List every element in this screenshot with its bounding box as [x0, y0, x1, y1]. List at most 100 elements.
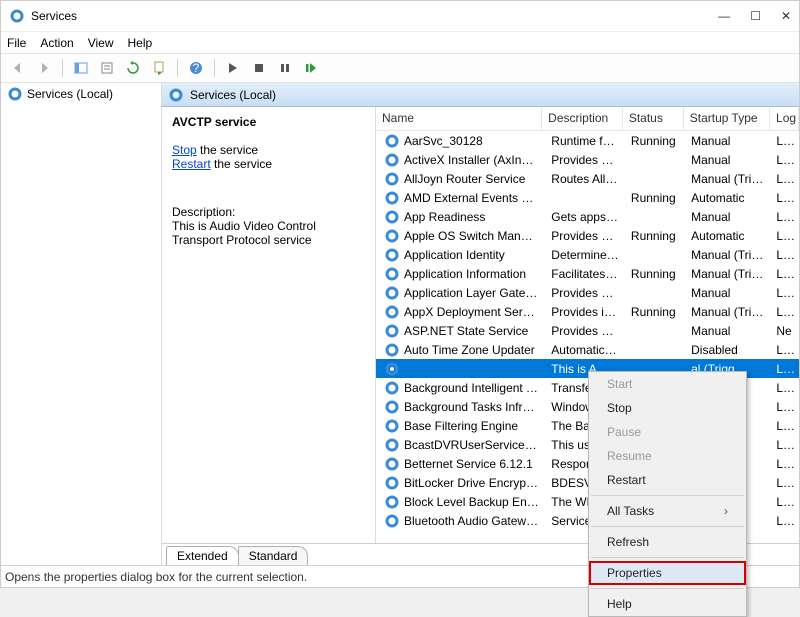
service-row[interactable]: ActiveX Installer (AxInstSV)Provides Use… — [376, 150, 799, 169]
service-row[interactable]: AarSvc_30128Runtime for ...RunningManual… — [376, 131, 799, 150]
menu-refresh[interactable]: Refresh — [589, 530, 746, 554]
gear-icon — [380, 304, 396, 320]
service-row[interactable]: Application IdentityDetermines ...Manual… — [376, 245, 799, 264]
restart-service-button[interactable] — [300, 57, 322, 79]
menu-all-tasks[interactable]: All Tasks — [589, 499, 746, 523]
cell-status — [625, 292, 685, 294]
gear-icon — [380, 361, 396, 377]
menubar: File Action View Help — [1, 31, 799, 53]
cell-name: Application Layer Gateway S... — [398, 285, 545, 301]
cell-description: Routes AllJo... — [545, 171, 625, 187]
toolbar-sep — [214, 59, 215, 77]
menu-view[interactable]: View — [88, 36, 114, 50]
menu-restart[interactable]: Restart — [589, 468, 746, 492]
stop-service-link[interactable]: Stop — [172, 143, 197, 157]
col-startup[interactable]: Startup Type — [684, 107, 770, 130]
col-logon[interactable]: Log — [770, 107, 799, 130]
menu-properties[interactable]: Properties — [589, 561, 746, 585]
show-hide-tree-button[interactable] — [70, 57, 92, 79]
menu-help[interactable]: Help — [128, 36, 153, 50]
menu-help[interactable]: Help — [589, 592, 746, 616]
help-button[interactable]: ? — [185, 57, 207, 79]
cell-description: Provides sup... — [545, 285, 625, 301]
start-service-button[interactable] — [222, 57, 244, 79]
cell-logon: Loc — [770, 152, 799, 168]
col-name[interactable]: Name — [376, 107, 542, 130]
menu-stop[interactable]: Stop — [589, 396, 746, 420]
export-button[interactable] — [148, 57, 170, 79]
tree-item-label: Services (Local) — [27, 87, 113, 101]
menu-pause[interactable]: Pause — [589, 420, 746, 444]
cell-status — [625, 159, 685, 161]
cell-logon: Loc — [770, 475, 799, 491]
cell-startup: Manual — [685, 133, 770, 149]
service-row[interactable]: AllJoyn Router ServiceRoutes AllJo...Man… — [376, 169, 799, 188]
forward-button[interactable] — [33, 57, 55, 79]
cell-name: ActiveX Installer (AxInstSV) — [398, 152, 545, 168]
cell-status: Running — [625, 266, 685, 282]
main-header-title: Services (Local) — [190, 88, 276, 102]
cell-description: Provides Use... — [545, 152, 625, 168]
menu-file[interactable]: File — [7, 36, 26, 50]
gear-icon — [380, 133, 396, 149]
cell-logon: Loc — [770, 437, 799, 453]
col-description[interactable]: Description — [542, 107, 623, 130]
restart-service-link[interactable]: Restart — [172, 157, 211, 171]
stop-service-button[interactable] — [248, 57, 270, 79]
service-row[interactable]: AppX Deployment Service (A...Provides in… — [376, 302, 799, 321]
col-status[interactable]: Status — [623, 107, 684, 130]
menu-start[interactable]: Start — [589, 372, 746, 396]
gear-icon — [380, 247, 396, 263]
cell-logon: Loc — [770, 228, 799, 244]
service-row[interactable]: ASP.NET State ServiceProvides sup...Manu… — [376, 321, 799, 340]
minimize-button[interactable]: — — [718, 9, 730, 23]
stop-line: Stop the service — [172, 143, 365, 157]
toolbar-sep — [177, 59, 178, 77]
cell-startup: Manual — [685, 323, 770, 339]
tree-item-services-local[interactable]: Services (Local) — [1, 83, 161, 105]
cell-status — [625, 330, 685, 332]
menu-resume[interactable]: Resume — [589, 444, 746, 468]
window-controls: — ☐ ✕ — [718, 9, 791, 23]
description-text: This is Audio Video Control Transport Pr… — [172, 219, 365, 247]
pause-service-button[interactable] — [274, 57, 296, 79]
cell-description: Provides sup... — [545, 228, 625, 244]
service-row[interactable]: Application InformationFacilitates th...… — [376, 264, 799, 283]
service-row[interactable]: Apple OS Switch ManagerProvides sup...Ru… — [376, 226, 799, 245]
cell-description: Provides infr... — [545, 304, 625, 320]
cell-startup: Disabled — [685, 342, 770, 358]
gear-icon — [380, 456, 396, 472]
status-text: Opens the properties dialog box for the … — [5, 570, 307, 584]
cell-name: ASP.NET State Service — [398, 323, 545, 339]
service-row[interactable]: Application Layer Gateway S...Provides s… — [376, 283, 799, 302]
close-button[interactable]: ✕ — [781, 9, 791, 23]
cell-logon: Loc — [770, 342, 799, 358]
restart-line: Restart the service — [172, 157, 365, 171]
cell-description: Runtime for ... — [545, 133, 625, 149]
gear-icon — [380, 399, 396, 415]
service-row[interactable]: AMD External Events UtilityRunningAutoma… — [376, 188, 799, 207]
menu-action[interactable]: Action — [40, 36, 73, 50]
gear-icon — [380, 190, 396, 206]
cell-name: BitLocker Drive Encryption S... — [398, 475, 545, 491]
cell-name: Base Filtering Engine — [398, 418, 545, 434]
maximize-button[interactable]: ☐ — [750, 9, 761, 23]
cell-startup: Manual (Trigg... — [685, 247, 770, 263]
properties-button[interactable] — [96, 57, 118, 79]
cell-name: Bluetooth Audio Gateway Se... — [398, 513, 545, 529]
cell-status — [625, 368, 685, 370]
cell-startup: Automatic — [685, 228, 770, 244]
refresh-button[interactable] — [122, 57, 144, 79]
tab-standard[interactable]: Standard — [238, 546, 309, 565]
service-row[interactable]: Auto Time Zone UpdaterAutomaticall...Dis… — [376, 340, 799, 359]
cell-status: Running — [625, 133, 685, 149]
cell-startup: Automatic — [685, 190, 770, 206]
tab-extended[interactable]: Extended — [166, 546, 239, 565]
back-button[interactable] — [7, 57, 29, 79]
gear-icon — [380, 209, 396, 225]
cell-startup: Manual — [685, 285, 770, 301]
gear-icon — [380, 228, 396, 244]
cell-name: AppX Deployment Service (A... — [398, 304, 545, 320]
cell-status — [625, 178, 685, 180]
service-row[interactable]: App ReadinessGets apps re...ManualLoc — [376, 207, 799, 226]
